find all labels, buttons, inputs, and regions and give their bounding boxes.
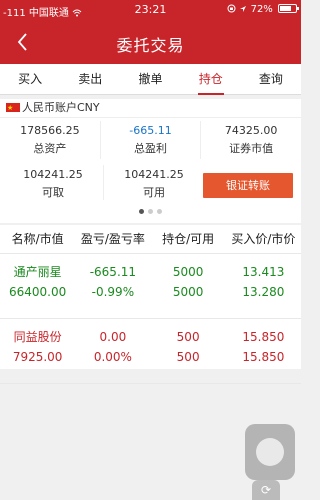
column-header-price: 买入价/市价 (231, 232, 296, 246)
lock-rotation-icon (227, 4, 239, 15)
table-row[interactable]: 同益股份 0.00 500 15.850 7925.00 0.00% 500 1… (0, 327, 301, 384)
assistive-touch-button[interactable] (245, 424, 295, 480)
page-dot-3[interactable] (157, 209, 162, 214)
stock-market-value: 66400.00 (8, 285, 67, 299)
battery-percent: 72% (250, 4, 273, 15)
stock-available: 5000 (172, 285, 204, 299)
table-header: 名称/市值 盈亏/盈亏率 持仓/可用 买入价/市价 (0, 225, 301, 254)
stock-market-price: 15.850 (242, 350, 285, 364)
stock-position: 500 (176, 330, 200, 344)
stock-profit: 0.00 (99, 330, 127, 344)
stock-name: 同益股份 (13, 330, 62, 344)
stock-available: 500 (176, 350, 200, 364)
account-header: 人民币账户CNY (0, 99, 301, 118)
withdrawable-value: 104241.25 (23, 168, 83, 181)
bank-transfer-button[interactable]: 银证转账 (203, 173, 293, 198)
stock-buy-price: 15.850 (242, 330, 285, 344)
total-profit: -665.11 总盈利 (101, 121, 202, 159)
tab-buy[interactable]: 买入 (0, 64, 60, 94)
market-value: 74325.00 证券市值 (201, 121, 301, 159)
page-title: 委托交易 (116, 36, 185, 55)
refresh-icon: ⟳ (260, 483, 272, 497)
table-row-line: 66400.00 -0.99% 5000 13.280 (0, 282, 301, 302)
holdings-table: 名称/市值 盈亏/盈亏率 持仓/可用 买入价/市价 通产丽星 -665.11 5… (0, 225, 301, 384)
column-header-name: 名称/市值 (11, 232, 64, 246)
stock-profit: -665.11 (89, 265, 137, 279)
page-dot-1[interactable] (139, 209, 144, 214)
status-right: 72% (227, 4, 299, 15)
location-icon (239, 4, 250, 15)
tab-query[interactable]: 查询 (241, 64, 301, 94)
page-indicator (0, 209, 301, 214)
withdrawable-label: 可取 (42, 186, 64, 199)
total-profit-label: 总盈利 (134, 142, 167, 155)
stock-market-price: 13.280 (242, 285, 285, 299)
total-profit-value: -665.11 (129, 124, 172, 137)
assistive-touch-icon (256, 438, 284, 466)
account-row-1: 178566.25 总资产 -665.11 总盈利 74325.00 证券市值 (0, 121, 301, 159)
stock-profit-rate: 0.00% (93, 350, 132, 364)
refresh-button[interactable]: ⟳ (252, 480, 280, 500)
column-header-position: 持仓/可用 (162, 232, 215, 246)
stock-market-value: 7925.00 (12, 350, 63, 364)
table-row-line: 同益股份 0.00 500 15.850 (0, 327, 301, 347)
page-dot-2[interactable] (148, 209, 153, 214)
available: 104241.25 可用 (103, 165, 204, 200)
title-bar: 委托交易 (0, 20, 301, 64)
available-label: 可用 (143, 186, 165, 199)
tab-sell[interactable]: 卖出 (60, 64, 120, 94)
stock-profit-rate: -0.99% (91, 285, 135, 299)
table-row-line: 7925.00 0.00% 500 15.850 (0, 347, 301, 367)
market-value-value: 74325.00 (224, 124, 278, 137)
total-assets-value: 178566.25 (20, 124, 80, 137)
total-assets-label: 总资产 (33, 142, 67, 155)
trade-tabs: 买入 卖出 撤单 持仓 查询 (0, 64, 301, 95)
stock-buy-price: 13.413 (242, 265, 285, 279)
withdrawable: 104241.25 可取 (3, 165, 103, 200)
market-value-label: 证券市值 (229, 142, 274, 155)
account-row-2: 104241.25 可取 104241.25 可用 银证转账 (0, 165, 301, 203)
status-bar: -111 中国联通 23:21 72% (0, 0, 301, 20)
account-label: 人民币账户CNY (22, 101, 100, 114)
tab-holdings[interactable]: 持仓 (181, 64, 241, 95)
battery-icon (278, 4, 299, 13)
total-assets: 178566.25 总资产 (0, 121, 101, 159)
tab-cancel-order[interactable]: 撤单 (120, 64, 180, 94)
china-flag-icon (6, 99, 20, 117)
column-header-profit: 盈亏/盈亏率 (80, 232, 145, 246)
table-row-line: 通产丽星 -665.11 5000 13.413 (0, 262, 301, 282)
stock-position: 5000 (172, 265, 204, 279)
available-value: 104241.25 (124, 168, 184, 181)
stock-name: 通产丽星 (13, 265, 62, 279)
account-summary: 人民币账户CNY 178566.25 总资产 -665.11 总盈利 74325… (0, 99, 301, 223)
table-row[interactable]: 通产丽星 -665.11 5000 13.413 66400.00 -0.99%… (0, 262, 301, 319)
